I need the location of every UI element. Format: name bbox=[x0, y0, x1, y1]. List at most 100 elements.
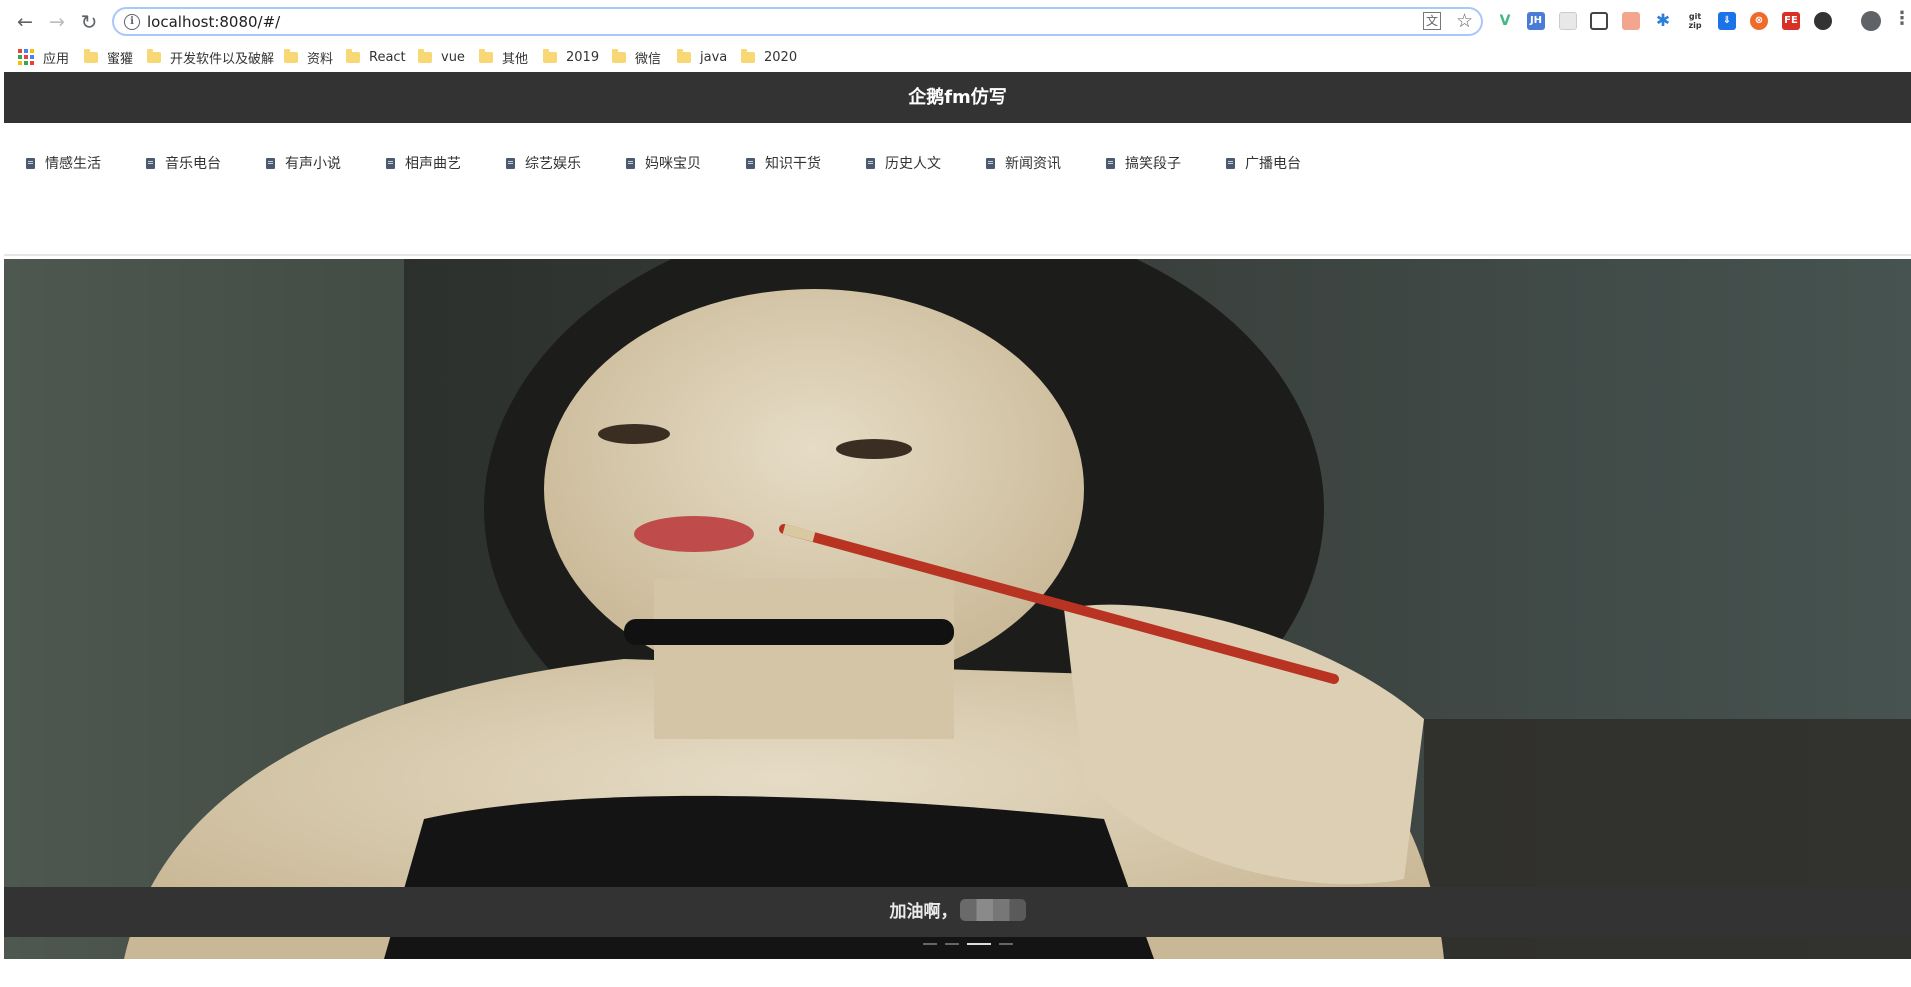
tab-category[interactable]: 情感生活 bbox=[26, 153, 101, 173]
folder-icon bbox=[479, 48, 493, 63]
book-icon bbox=[386, 157, 395, 169]
fe-icon[interactable]: FE bbox=[1782, 12, 1800, 30]
tab-label: 相声曲艺 bbox=[405, 156, 461, 172]
forward-arrow-icon[interactable]: → bbox=[45, 10, 69, 34]
book-icon bbox=[626, 157, 635, 169]
tab-category[interactable]: 综艺娱乐 bbox=[506, 153, 581, 173]
carousel-dot-active[interactable] bbox=[967, 943, 991, 945]
bookmark-label: 其他 bbox=[502, 51, 529, 67]
blurred-name bbox=[959, 899, 1026, 921]
bookmark-label: java bbox=[700, 49, 728, 65]
category-nav: 情感生活 音乐电台 有声小说 相声曲艺 综艺娱乐 妈咪宝贝 知识干货 历史人文 … bbox=[4, 123, 1911, 256]
browser-toolbar: ← → ↻ i localhost:8080/#/ 文 ☆ V JH ✱ git… bbox=[0, 0, 1911, 43]
book-icon bbox=[1106, 157, 1115, 169]
info-icon[interactable]: i bbox=[124, 14, 140, 30]
tab-category[interactable]: 妈咪宝贝 bbox=[626, 153, 701, 173]
gitzip-icon[interactable]: git zip bbox=[1686, 12, 1704, 30]
tab-category[interactable]: 广播电台 bbox=[1226, 153, 1301, 173]
bookmark-star-icon[interactable]: ☆ bbox=[1456, 10, 1473, 32]
bookmark-folder[interactable]: 开发软件以及破解 bbox=[147, 47, 274, 67]
bookmarks-bar: 应用 蜜獾 开发软件以及破解 资料 React vue 其他 2019 微信 j… bbox=[0, 43, 1911, 71]
folder-icon bbox=[284, 48, 298, 63]
bookmark-label: 微信 bbox=[635, 51, 662, 67]
tab-label: 有声小说 bbox=[285, 156, 341, 172]
tab-label: 新闻资讯 bbox=[1005, 156, 1061, 172]
folder-icon bbox=[147, 48, 161, 63]
bookmark-apps[interactable]: 应用 bbox=[18, 47, 69, 67]
tab-label: 搞笑段子 bbox=[1125, 156, 1181, 172]
translate-icon[interactable]: 文 bbox=[1423, 12, 1441, 30]
book-icon bbox=[266, 157, 275, 169]
bookmark-label: 应用 bbox=[43, 51, 70, 67]
footer-text: 加油啊， bbox=[889, 902, 958, 922]
tab-label: 知识干货 bbox=[765, 156, 821, 172]
address-bar[interactable]: i localhost:8080/#/ 文 ☆ bbox=[112, 7, 1483, 36]
folder-icon bbox=[84, 48, 98, 63]
tab-category[interactable]: 搞笑段子 bbox=[1106, 153, 1181, 173]
carousel-indicators bbox=[923, 943, 1013, 945]
tab-label: 历史人文 bbox=[885, 156, 941, 172]
tab-category[interactable]: 新闻资讯 bbox=[986, 153, 1061, 173]
folder-icon bbox=[418, 48, 432, 63]
bookmark-folder[interactable]: 其他 bbox=[479, 47, 528, 67]
bookmark-folder[interactable]: java bbox=[677, 47, 727, 67]
url-text[interactable]: localhost:8080/#/ bbox=[147, 13, 280, 31]
carousel-dot[interactable] bbox=[999, 943, 1013, 945]
bookmark-label: React bbox=[369, 49, 406, 65]
tab-label: 情感生活 bbox=[45, 156, 101, 172]
bookmark-folder[interactable]: 蜜獾 bbox=[84, 47, 133, 67]
tab-category[interactable]: 历史人文 bbox=[866, 153, 941, 173]
folder-icon bbox=[543, 48, 557, 63]
asterisk-icon[interactable]: ✱ bbox=[1654, 12, 1672, 30]
reload-icon[interactable]: ↻ bbox=[77, 10, 101, 34]
carousel-banner[interactable] bbox=[4, 259, 1911, 959]
bookmark-label: 开发软件以及破解 bbox=[170, 51, 275, 67]
apps-grid-icon bbox=[18, 49, 34, 65]
tab-category[interactable]: 有声小说 bbox=[266, 153, 341, 173]
bookmark-folder[interactable]: 微信 bbox=[612, 47, 661, 67]
jh-icon[interactable]: JH bbox=[1527, 12, 1545, 30]
folder-icon bbox=[612, 48, 626, 63]
extension-icon[interactable] bbox=[1622, 12, 1640, 30]
back-arrow-icon[interactable]: ← bbox=[13, 10, 37, 34]
page-title: 企鹅fm仿写 bbox=[4, 72, 1911, 123]
tab-category[interactable]: 相声曲艺 bbox=[386, 153, 461, 173]
folder-icon bbox=[677, 48, 691, 63]
book-icon bbox=[26, 157, 35, 169]
book-icon bbox=[146, 157, 155, 169]
tab-label: 广播电台 bbox=[1245, 156, 1301, 172]
bookmark-folder[interactable]: 资料 bbox=[284, 47, 333, 67]
tab-label: 妈咪宝贝 bbox=[645, 156, 701, 172]
bookmark-folder[interactable]: React bbox=[346, 47, 406, 67]
bookmark-label: 2019 bbox=[566, 49, 600, 65]
bookmark-folder[interactable]: vue bbox=[418, 47, 465, 67]
book-icon bbox=[506, 157, 515, 169]
bookmark-folder[interactable]: 2019 bbox=[543, 47, 599, 67]
account-avatar-icon[interactable] bbox=[1861, 11, 1881, 31]
folder-icon bbox=[741, 48, 755, 63]
extension-icon[interactable] bbox=[1559, 12, 1577, 30]
bookmark-label: 资料 bbox=[307, 51, 334, 67]
tab-category[interactable]: 音乐电台 bbox=[146, 153, 221, 173]
carousel-dot[interactable] bbox=[923, 943, 937, 945]
bookmark-label: vue bbox=[441, 49, 465, 65]
book-icon bbox=[1226, 157, 1235, 169]
qr-icon[interactable] bbox=[1590, 12, 1608, 30]
browser-menu-icon[interactable]: ⋮ bbox=[1893, 8, 1911, 29]
download-icon[interactable]: ⇓ bbox=[1718, 12, 1736, 30]
circle-icon[interactable]: ⊗ bbox=[1750, 12, 1768, 30]
tab-label: 综艺娱乐 bbox=[525, 156, 581, 172]
carousel-dot[interactable] bbox=[945, 943, 959, 945]
vue-devtools-icon[interactable]: V bbox=[1496, 12, 1514, 30]
app-root: 企鹅fm仿写 情感生活 音乐电台 有声小说 相声曲艺 综艺娱乐 妈咪宝贝 知识干… bbox=[4, 72, 1911, 987]
banner-photo bbox=[4, 259, 1911, 959]
bookmark-label: 蜜獾 bbox=[107, 51, 134, 67]
bookmark-folder[interactable]: 2020 bbox=[741, 47, 797, 67]
folder-icon bbox=[346, 48, 360, 63]
blob-icon[interactable] bbox=[1814, 12, 1832, 30]
book-icon bbox=[746, 157, 755, 169]
bookmark-label: 2020 bbox=[764, 49, 798, 65]
book-icon bbox=[986, 157, 995, 169]
book-icon bbox=[866, 157, 875, 169]
tab-category[interactable]: 知识干货 bbox=[746, 153, 821, 173]
